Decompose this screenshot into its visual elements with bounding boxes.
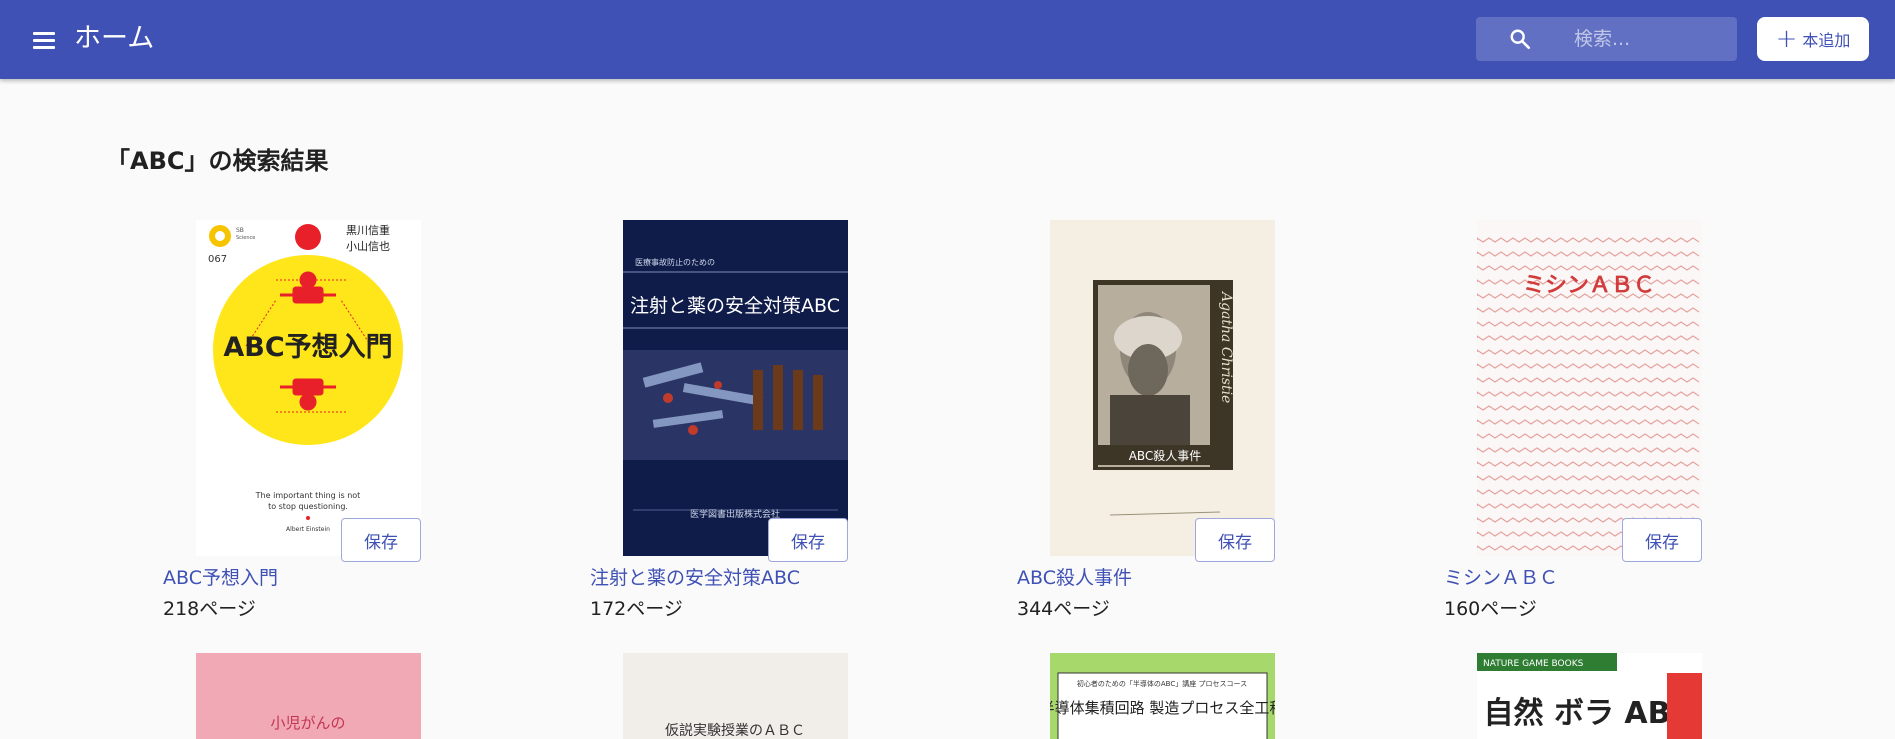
svg-text:自然 ボラ AB: 自然 ボラ AB: [1484, 696, 1671, 731]
svg-text:067: 067: [208, 254, 227, 265]
results-heading: 「ABC」の検索結果: [106, 147, 329, 175]
book-cover-image[interactable]: 医療事故防止のための 注射と薬の安全対策ABC 医学図書出版株式会社: [623, 220, 848, 556]
search-icon: [1510, 29, 1530, 49]
svg-text:ミシンＡＢＣ: ミシンＡＢＣ: [1523, 273, 1655, 298]
book-page-count: 218ページ: [163, 598, 256, 620]
book-cover-image[interactable]: 小児がんの: [196, 653, 421, 739]
svg-text:小児がんの: 小児がんの: [270, 714, 345, 732]
svg-text:ABC殺人事件: ABC殺人事件: [1129, 449, 1202, 463]
book-cover-image[interactable]: Agatha Christie ABC殺人事件: [1050, 220, 1275, 556]
book-title-link[interactable]: ABC殺人事件: [1017, 563, 1132, 590]
svg-text:SB: SB: [236, 227, 244, 234]
save-button[interactable]: 保存: [341, 518, 421, 562]
save-button[interactable]: 保存: [1622, 518, 1702, 562]
svg-text:初心者のための「半導体のABC」講座 プロセスコース: 初心者のための「半導体のABC」講座 プロセスコース: [1077, 679, 1247, 688]
book-cover-image[interactable]: SB Science 067 黒川信重 小山信也 ABC予想入門 The imp…: [196, 220, 421, 556]
search-box[interactable]: [1476, 17, 1737, 61]
svg-text:Agatha Christie: Agatha Christie: [1218, 290, 1234, 403]
book-page-count: 172ページ: [590, 598, 683, 620]
book-cover-image[interactable]: 仮説実験授業のＡＢＣ: [623, 653, 848, 739]
svg-text:Albert Einstein: Albert Einstein: [286, 526, 330, 533]
svg-text:Science: Science: [236, 235, 255, 241]
book-title-link[interactable]: ミシンＡＢＣ: [1444, 563, 1558, 590]
book-cover-image[interactable]: NATURE GAME BOOKS 自然 ボラ AB: [1477, 653, 1702, 739]
book-title-link[interactable]: ABC予想入門: [163, 563, 278, 590]
svg-text:仮説実験授業のＡＢＣ: 仮説実験授業のＡＢＣ: [665, 723, 805, 739]
book-page-count: 344ページ: [1017, 598, 1110, 620]
svg-text:NATURE GAME BOOKS: NATURE GAME BOOKS: [1483, 659, 1584, 669]
plus-icon: +: [1775, 24, 1798, 54]
top-toolbar: ホーム + 本追加: [0, 0, 1895, 79]
svg-text:医学図書出版株式会社: 医学図書出版株式会社: [690, 508, 780, 520]
add-book-label: 本追加: [1802, 31, 1851, 50]
save-button[interactable]: 保存: [768, 518, 848, 562]
svg-text:ABC予想入門: ABC予想入門: [223, 332, 392, 363]
search-input[interactable]: [1574, 25, 1724, 53]
page-title: ホーム: [74, 23, 155, 54]
book-cover-image[interactable]: ミシンＡＢＣ: [1477, 220, 1702, 556]
menu-icon[interactable]: [26, 22, 62, 58]
add-book-button[interactable]: + 本追加: [1757, 17, 1869, 61]
svg-text:医療事故防止のための: 医療事故防止のための: [635, 257, 715, 267]
book-title-link[interactable]: 注射と薬の安全対策ABC: [590, 563, 800, 590]
svg-text:小山信也: 小山信也: [346, 240, 390, 253]
svg-text:注射と薬の安全対策ABC: 注射と薬の安全対策ABC: [630, 295, 840, 317]
book-page-count: 160ページ: [1444, 598, 1537, 620]
svg-text:半導体集積回路 製造プロセス全工程: 半導体集積回路 製造プロセス全工程: [1050, 699, 1275, 717]
svg-text:黒川信重: 黒川信重: [346, 223, 390, 237]
svg-text:to stop questioning.: to stop questioning.: [268, 502, 348, 511]
save-button[interactable]: 保存: [1195, 518, 1275, 562]
book-cover-image[interactable]: 初心者のための「半導体のABC」講座 プロセスコース 半導体集積回路 製造プロセ…: [1050, 653, 1275, 739]
svg-text:The important thing is not: The important thing is not: [255, 491, 361, 500]
